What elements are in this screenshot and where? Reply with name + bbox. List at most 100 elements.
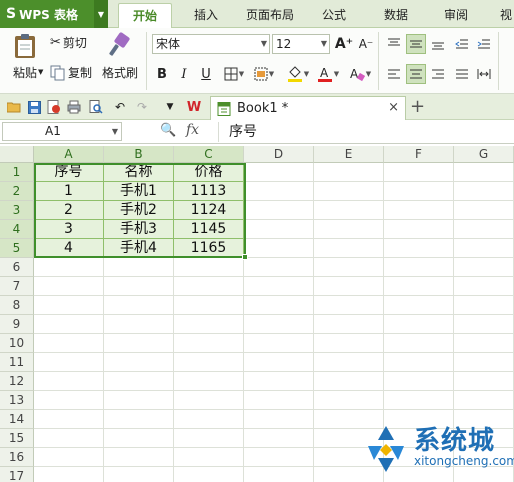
formula-input[interactable]: 序号 (218, 122, 512, 142)
tab-view[interactable]: 视 (500, 6, 512, 23)
cell-C2[interactable]: 1113 (174, 182, 244, 201)
column-header[interactable]: C (174, 146, 244, 163)
row-header[interactable]: 6 (0, 258, 34, 277)
cell-G9[interactable] (454, 315, 514, 334)
row-header[interactable]: 16 (0, 448, 34, 467)
cell-F6[interactable] (384, 258, 454, 277)
cell-C16[interactable] (174, 448, 244, 467)
row-header[interactable]: 7 (0, 277, 34, 296)
cell-E1[interactable] (314, 163, 384, 182)
align-left-button[interactable] (384, 64, 404, 84)
cell-D12[interactable] (244, 372, 314, 391)
cell-G7[interactable] (454, 277, 514, 296)
cell-F8[interactable] (384, 296, 454, 315)
cell-E7[interactable] (314, 277, 384, 296)
cell-E6[interactable] (314, 258, 384, 277)
name-box[interactable]: A1 ▼ (2, 122, 122, 141)
tab-review[interactable]: 审阅 (444, 6, 468, 23)
cell-C4[interactable]: 1145 (174, 220, 244, 239)
column-header[interactable]: G (454, 146, 514, 163)
cell-F10[interactable] (384, 334, 454, 353)
save-icon[interactable] (26, 99, 42, 115)
row-header[interactable]: 11 (0, 353, 34, 372)
decrease-indent-button[interactable] (452, 34, 472, 54)
row-header[interactable]: 9 (0, 315, 34, 334)
cell-A1[interactable]: 序号 (34, 163, 104, 182)
cell-F4[interactable] (384, 220, 454, 239)
chevron-down-icon[interactable]: ▼ (94, 0, 108, 28)
row-header[interactable]: 13 (0, 391, 34, 410)
row-header[interactable]: 15 (0, 429, 34, 448)
print-preview-icon[interactable] (88, 99, 104, 115)
cell-A10[interactable] (34, 334, 104, 353)
cell-F5[interactable] (384, 239, 454, 258)
cell-G5[interactable] (454, 239, 514, 258)
increase-indent-button[interactable] (474, 34, 494, 54)
cell-B6[interactable] (104, 258, 174, 277)
paste-button[interactable]: 粘贴 (8, 32, 42, 88)
cell-A17[interactable] (34, 467, 104, 482)
cell-E12[interactable] (314, 372, 384, 391)
cell-C10[interactable] (174, 334, 244, 353)
copy-button[interactable]: 复制 (50, 64, 92, 81)
cell-B2[interactable]: 手机1 (104, 182, 174, 201)
font-name-select[interactable]: 宋体 ▼ (152, 34, 270, 54)
font-color-button[interactable]: A ▼ (314, 64, 342, 84)
format-painter-button[interactable]: 格式刷 (100, 32, 140, 88)
wps-w-icon[interactable]: W (186, 99, 202, 115)
column-header[interactable]: B (104, 146, 174, 163)
cell-C9[interactable] (174, 315, 244, 334)
cell-B3[interactable]: 手机2 (104, 201, 174, 220)
underline-button[interactable]: U (196, 64, 216, 84)
cell-D6[interactable] (244, 258, 314, 277)
cell-D5[interactable] (244, 239, 314, 258)
cell-C14[interactable] (174, 410, 244, 429)
cell-A8[interactable] (34, 296, 104, 315)
cell-E10[interactable] (314, 334, 384, 353)
column-header[interactable]: E (314, 146, 384, 163)
cell-F9[interactable] (384, 315, 454, 334)
customize-toolbar-icon[interactable]: ▼ (162, 99, 178, 115)
row-header[interactable]: 1 (0, 163, 34, 182)
cell-B10[interactable] (104, 334, 174, 353)
align-middle-button[interactable] (406, 34, 426, 54)
tab-insert[interactable]: 插入 (194, 6, 218, 23)
tab-page-layout[interactable]: 页面布局 (246, 6, 294, 23)
cell-E8[interactable] (314, 296, 384, 315)
column-header[interactable]: D (244, 146, 314, 163)
align-bottom-button[interactable] (428, 34, 448, 54)
cell-B15[interactable] (104, 429, 174, 448)
cell-F2[interactable] (384, 182, 454, 201)
cell-G3[interactable] (454, 201, 514, 220)
cell-A9[interactable] (34, 315, 104, 334)
cell-C5[interactable]: 1165 (174, 239, 244, 258)
open-folder-icon[interactable] (6, 99, 22, 115)
cell-D8[interactable] (244, 296, 314, 315)
clear-format-button[interactable]: A ▼ (346, 64, 374, 84)
cell-E13[interactable] (314, 391, 384, 410)
row-header[interactable]: 5 (0, 239, 34, 258)
row-header[interactable]: 8 (0, 296, 34, 315)
align-center-button[interactable] (406, 64, 426, 84)
cell-E9[interactable] (314, 315, 384, 334)
cell-C11[interactable] (174, 353, 244, 372)
cell-D4[interactable] (244, 220, 314, 239)
cell-E5[interactable] (314, 239, 384, 258)
cell-C12[interactable] (174, 372, 244, 391)
row-header[interactable]: 2 (0, 182, 34, 201)
borders-button[interactable]: ▼ (220, 64, 248, 84)
cell-B4[interactable]: 手机3 (104, 220, 174, 239)
cell-E2[interactable] (314, 182, 384, 201)
cell-A13[interactable] (34, 391, 104, 410)
cell-C7[interactable] (174, 277, 244, 296)
row-header[interactable]: 14 (0, 410, 34, 429)
cell-E4[interactable] (314, 220, 384, 239)
cell-B16[interactable] (104, 448, 174, 467)
fill-handle[interactable] (242, 254, 248, 260)
cell-C13[interactable] (174, 391, 244, 410)
distributed-align-button[interactable] (474, 64, 494, 84)
cell-F13[interactable] (384, 391, 454, 410)
cell-B5[interactable]: 手机4 (104, 239, 174, 258)
cell-F7[interactable] (384, 277, 454, 296)
paste-dropdown-icon[interactable]: ▼ (38, 68, 43, 76)
